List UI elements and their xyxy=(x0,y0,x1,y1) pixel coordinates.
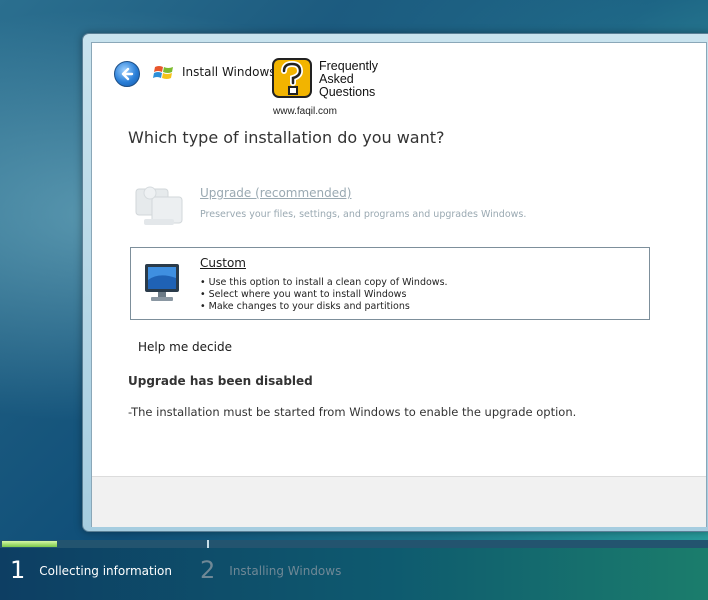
list-item: Select where you want to install Windows xyxy=(200,289,448,301)
custom-option-bullets: Use this option to install a clean copy … xyxy=(200,277,448,313)
install-windows-dialog: ✕ Install Windows Frequently Asked Quest… xyxy=(82,33,708,532)
list-item: Use this option to install a clean copy … xyxy=(200,277,448,289)
faq-question-icon xyxy=(272,58,312,98)
setup-progress-bar: 1 Collecting information 2 Installing Wi… xyxy=(0,540,708,600)
progress-fill xyxy=(2,541,57,547)
custom-monitor-icon xyxy=(145,264,179,301)
list-item: Make changes to your disks and partition… xyxy=(200,301,448,313)
upgrade-option: Upgrade (recommended) xyxy=(200,186,352,200)
step-installing-windows: 2 Installing Windows xyxy=(200,558,341,582)
custom-option-title: Custom xyxy=(200,256,246,270)
upgrade-description: Preserves your files, settings, and prog… xyxy=(200,209,527,220)
step-collecting-information: 1 Collecting information xyxy=(10,558,172,582)
faq-url: www.faqil.com xyxy=(273,106,337,117)
back-arrow-icon xyxy=(121,67,134,81)
step-label: Collecting information xyxy=(39,564,172,578)
custom-option[interactable]: Custom Use this option to install a clea… xyxy=(130,247,650,320)
windows-logo-icon xyxy=(153,66,173,79)
faq-logo-text: Frequently Asked Questions xyxy=(319,60,378,99)
step-number: 1 xyxy=(10,556,26,584)
back-button[interactable] xyxy=(114,61,140,87)
window-title: Install Windows xyxy=(182,65,276,79)
progress-track xyxy=(0,540,708,548)
step-number: 2 xyxy=(200,556,216,584)
dialog-footer xyxy=(92,476,706,527)
faq-line: Questions xyxy=(319,85,376,99)
page-title: Which type of installation do you want? xyxy=(128,128,445,147)
upgrade-disabled-title: Upgrade has been disabled xyxy=(128,374,313,388)
help-me-decide-link[interactable]: Help me decide xyxy=(138,340,232,354)
upgrade-disabled-text: -The installation must be started from W… xyxy=(128,405,577,419)
dialog-content: Install Windows Frequently Asked Questio… xyxy=(91,42,707,527)
progress-divider xyxy=(207,540,209,548)
upgrade-computer-icon xyxy=(135,186,183,225)
step-label: Installing Windows xyxy=(229,564,342,578)
